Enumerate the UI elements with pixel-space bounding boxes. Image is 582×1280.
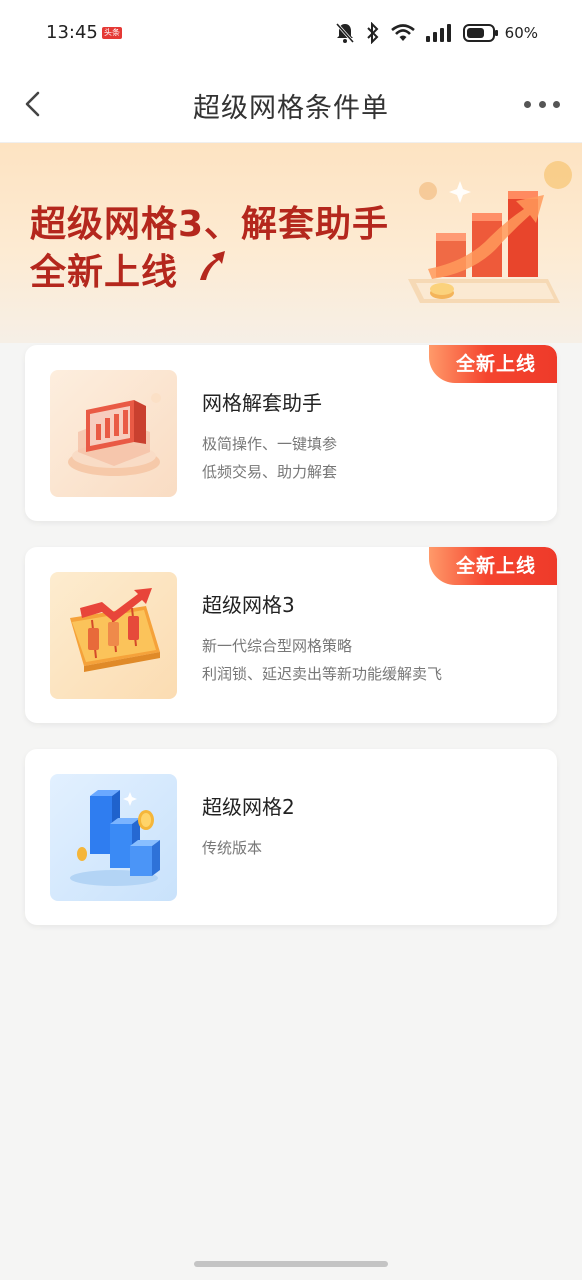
new-launch-badge: 全新上线 [429,345,557,383]
page-title: 超级网格条件单 [193,93,389,124]
news-app-badge-icon: 头条 [102,27,122,39]
card-description: 传统版本 [202,839,263,857]
home-indicator[interactable] [194,1261,388,1267]
wifi-icon [390,24,415,41]
card-thumbnail [50,774,177,901]
card-thumbnail [50,370,177,497]
nav-bar: 超级网格条件单 [0,66,582,143]
new-launch-badge: 全新上线 [429,547,557,585]
card-description: 新一代综合型网格策略 [202,637,353,655]
status-icons: 60% [335,20,538,46]
more-dots-icon [538,100,546,108]
blue-bar-chart-icon [70,790,160,886]
growth-chart-illustration [408,161,572,303]
status-bar: 13:45 头条 60% [0,0,582,66]
signal-icon [425,24,451,42]
more-dots-icon [553,100,560,108]
card-super-grid-3[interactable]: 全新上线 超级网格3 新一代综合型网格策略 利润锁、延迟卖出等新功能缓解卖飞 [25,547,557,723]
more-dots-icon [524,100,531,108]
battery-percent: 60% [504,24,538,42]
card-description: 低频交易、助力解套 [202,463,338,481]
banner-subheadline: 全新上线 [30,252,179,293]
card-super-grid-2[interactable]: 超级网格2 传统版本 [25,749,557,925]
card-title: 超级网格2 [202,795,295,819]
card-thumbnail [50,572,177,699]
promo-banner[interactable]: 超级网格3、解套助手 全新上线 [0,143,582,343]
battery-icon [462,24,498,42]
candlestick-chart-icon [70,588,160,672]
bluetooth-icon [366,22,379,44]
card-title: 超级网格3 [202,593,295,617]
banner-headline: 超级网格3、解套助手 [30,204,390,245]
trading-platform-icon [68,393,161,476]
card-grid-unwind-assistant[interactable]: 全新上线 网格解套助手 极简操作、一键填参 低频交易、助力解套 [25,345,557,521]
status-time: 13:45 [46,22,98,43]
card-description: 利润锁、延迟卖出等新功能缓解卖飞 [202,665,443,683]
bell-muted-icon [335,23,354,43]
card-description: 极简操作、一键填参 [202,435,338,453]
card-title: 网格解套助手 [202,391,322,415]
more-button[interactable] [524,94,560,114]
up-arrow-icon [200,251,225,280]
